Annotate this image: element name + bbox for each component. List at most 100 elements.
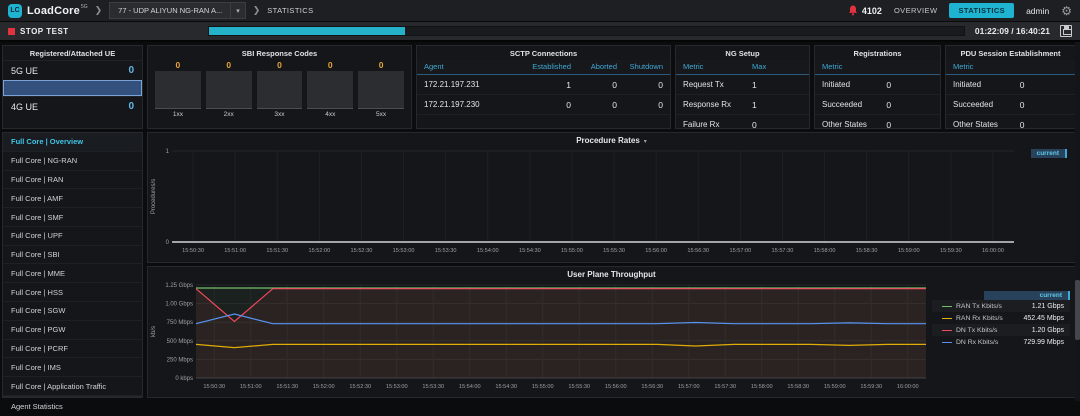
panel-title: Registrations [815,46,940,60]
row-label: 172.21.197.231 [424,80,525,90]
svg-text:15:57:30: 15:57:30 [714,384,736,390]
svg-text:0: 0 [166,240,170,246]
svg-text:15:54:00: 15:54:00 [477,248,499,254]
legend-series-current-value: 1.20 Gbps [1032,327,1064,334]
ue-row-5g-ue[interactable]: 5G UE0 [3,60,142,80]
statistics-dashboard: Registered/Attached UE 5G UE04G UE0 Full… [0,42,1080,401]
column-header-metric: Metric [683,62,752,71]
test-selector[interactable]: 77 - UDP ALIYUN NG-RAN A... ▾ [109,2,246,19]
stop-test-label: STOP TEST [20,27,69,36]
chart-title: Procedure Rates [576,136,640,145]
table-row: Initiated0 [946,75,1075,95]
alarm-count: 4102 [862,6,882,16]
user-menu[interactable]: admin [1026,6,1049,16]
tab-overview[interactable]: OVERVIEW [894,6,938,15]
sbi-sparkline[interactable] [358,71,404,109]
svg-text:500 Mbps: 500 Mbps [167,339,193,345]
row-value: 0 [886,120,933,130]
statistics-view-list: Full Core | OverviewFull Core | NG-RANFu… [2,132,143,398]
breadcrumb-section[interactable]: STATISTICS [267,6,313,15]
sidebar-item-full-core-ng-ran[interactable]: Full Core | NG-RAN [3,152,142,171]
legend-item-dn-rx-kbits-s[interactable]: DN Rx Kbits/s729.99 Mbps [932,336,1070,348]
svg-text:0 kbps: 0 kbps [175,376,193,382]
sbi-sparkline[interactable] [155,71,201,109]
sidebar-item-agent-statistics[interactable]: Agent Statistics [3,396,142,416]
row-value: 0 [886,80,933,90]
sidebar-item-full-core-pcrf[interactable]: Full Core | PCRF [3,340,142,359]
vertical-scrollbar [1075,42,1080,401]
sidebar-item-full-core-smf[interactable]: Full Core | SMF [3,208,142,227]
test-control-bar: STOP TEST 01:22:09 / 16:40:21 [0,22,1080,42]
column-header-metric: Metric [822,62,886,71]
registered-attached-ue-panel: Registered/Attached UE 5G UE04G UE0 [2,45,143,129]
sidebar-item-full-core-hss[interactable]: Full Core | HSS [3,283,142,302]
svg-text:15:52:00: 15:52:00 [308,248,330,254]
sidebar-item-full-core-upf[interactable]: Full Core | UPF [3,227,142,246]
user-plane-throughput-chart[interactable]: kb/s0 kbps250 Mbps500 Mbps750 Mbps1.00 G… [148,279,932,396]
svg-text:15:57:30: 15:57:30 [772,248,794,254]
legend-item-ran-tx-kbits-s[interactable]: RAN Tx Kbits/s1.21 Gbps [932,300,1070,312]
sidebar-item-full-core-ran[interactable]: Full Core | RAN [3,171,142,190]
svg-text:15:55:00: 15:55:00 [532,384,554,390]
alarms-indicator[interactable]: 4102 [848,5,882,16]
sidebar-item-full-core-amf[interactable]: Full Core | AMF [3,189,142,208]
row-label: Succeeded [953,100,1020,110]
chart-title-row: User Plane Throughput [148,267,1075,279]
sbi-label: 5xx [376,111,386,118]
column-header-metric: Metric [953,62,1020,71]
row-value: 1 [525,80,571,90]
panel-title: SBI Response Codes [148,46,411,60]
svg-text:15:56:30: 15:56:30 [687,248,709,254]
legend-series-color [942,330,952,331]
panel-title: PDU Session Establishment [946,46,1075,60]
sidebar-item-full-core-ims[interactable]: Full Core | IMS [3,358,142,377]
loadcore-logo-icon[interactable]: LC [8,4,22,18]
sidebar-item-full-core-sgw[interactable]: Full Core | SGW [3,302,142,321]
tab-statistics[interactable]: STATISTICS [949,3,1014,18]
sidebar-item-full-core-sbi[interactable]: Full Core | SBI [3,246,142,265]
legend-item-ran-rx-kbits-s[interactable]: RAN Rx Kbits/s452.45 Mbps [932,312,1070,324]
sbi-sparkline[interactable] [206,71,252,109]
procedure-rates-chart-panel: Procedure Rates▾ current Procedures/s011… [147,132,1076,263]
table-row: Initiated0 [815,75,940,95]
legend-series-current-value: 729.99 Mbps [1024,339,1064,346]
chevron-down-icon[interactable]: ▾ [230,2,246,19]
legend-series-name: RAN Tx Kbits/s [956,303,1028,310]
ue-row-4g-ue[interactable]: 4G UE0 [3,96,142,116]
ue-value: 0 [128,65,134,76]
row-value: 0 [617,100,663,110]
row-label: Response Rx [683,100,752,110]
chevron-right-icon: ❯ [253,6,261,16]
sidebar-item-full-core-application-traffic[interactable]: Full Core | Application Traffic [3,377,142,396]
sidebar-item-full-core-mme[interactable]: Full Core | MME [3,264,142,283]
legend-item-dn-tx-kbits-s[interactable]: DN Tx Kbits/s1.20 Gbps [932,324,1070,336]
gear-icon[interactable]: ⚙ [1061,5,1072,17]
save-icon[interactable] [1060,25,1072,37]
svg-text:Procedures/s: Procedures/s [151,179,157,214]
stop-test-button[interactable]: STOP TEST [8,27,208,36]
legend-current-header: current [1031,149,1067,158]
sbi-code-2xx: 02xx [206,60,252,118]
sbi-sparkline[interactable] [307,71,353,109]
column-header-aborted: Aborted [571,62,617,71]
svg-text:15:55:30: 15:55:30 [568,384,590,390]
selected-row-highlight[interactable] [3,80,142,96]
svg-text:15:53:00: 15:53:00 [393,248,415,254]
sbi-sparkline[interactable] [257,71,303,109]
chart-title: User Plane Throughput [567,270,655,279]
sidebar-item-full-core-overview[interactable]: Full Core | Overview [3,133,142,152]
sidebar-item-full-core-pgw[interactable]: Full Core | PGW [3,321,142,340]
chevron-right-icon: ❯ [95,6,103,16]
bell-icon [848,5,858,16]
row-label: Initiated [953,80,1020,90]
chart-menu-caret-icon[interactable]: ▾ [644,138,647,145]
sbi-code-5xx: 05xx [358,60,404,118]
scrollbar-thumb[interactable] [1075,280,1080,340]
row-label: Failure Rx [683,120,752,130]
test-selector-value[interactable]: 77 - UDP ALIYUN NG-RAN A... [109,2,230,19]
table-row: Response Rx1 [676,95,809,115]
svg-text:15:56:00: 15:56:00 [605,384,627,390]
svg-text:15:54:30: 15:54:30 [495,384,517,390]
procedure-rates-chart[interactable]: Procedures/s0115:50:3015:51:0015:51:3015… [148,145,1075,260]
row-label: Request Tx [683,80,752,90]
